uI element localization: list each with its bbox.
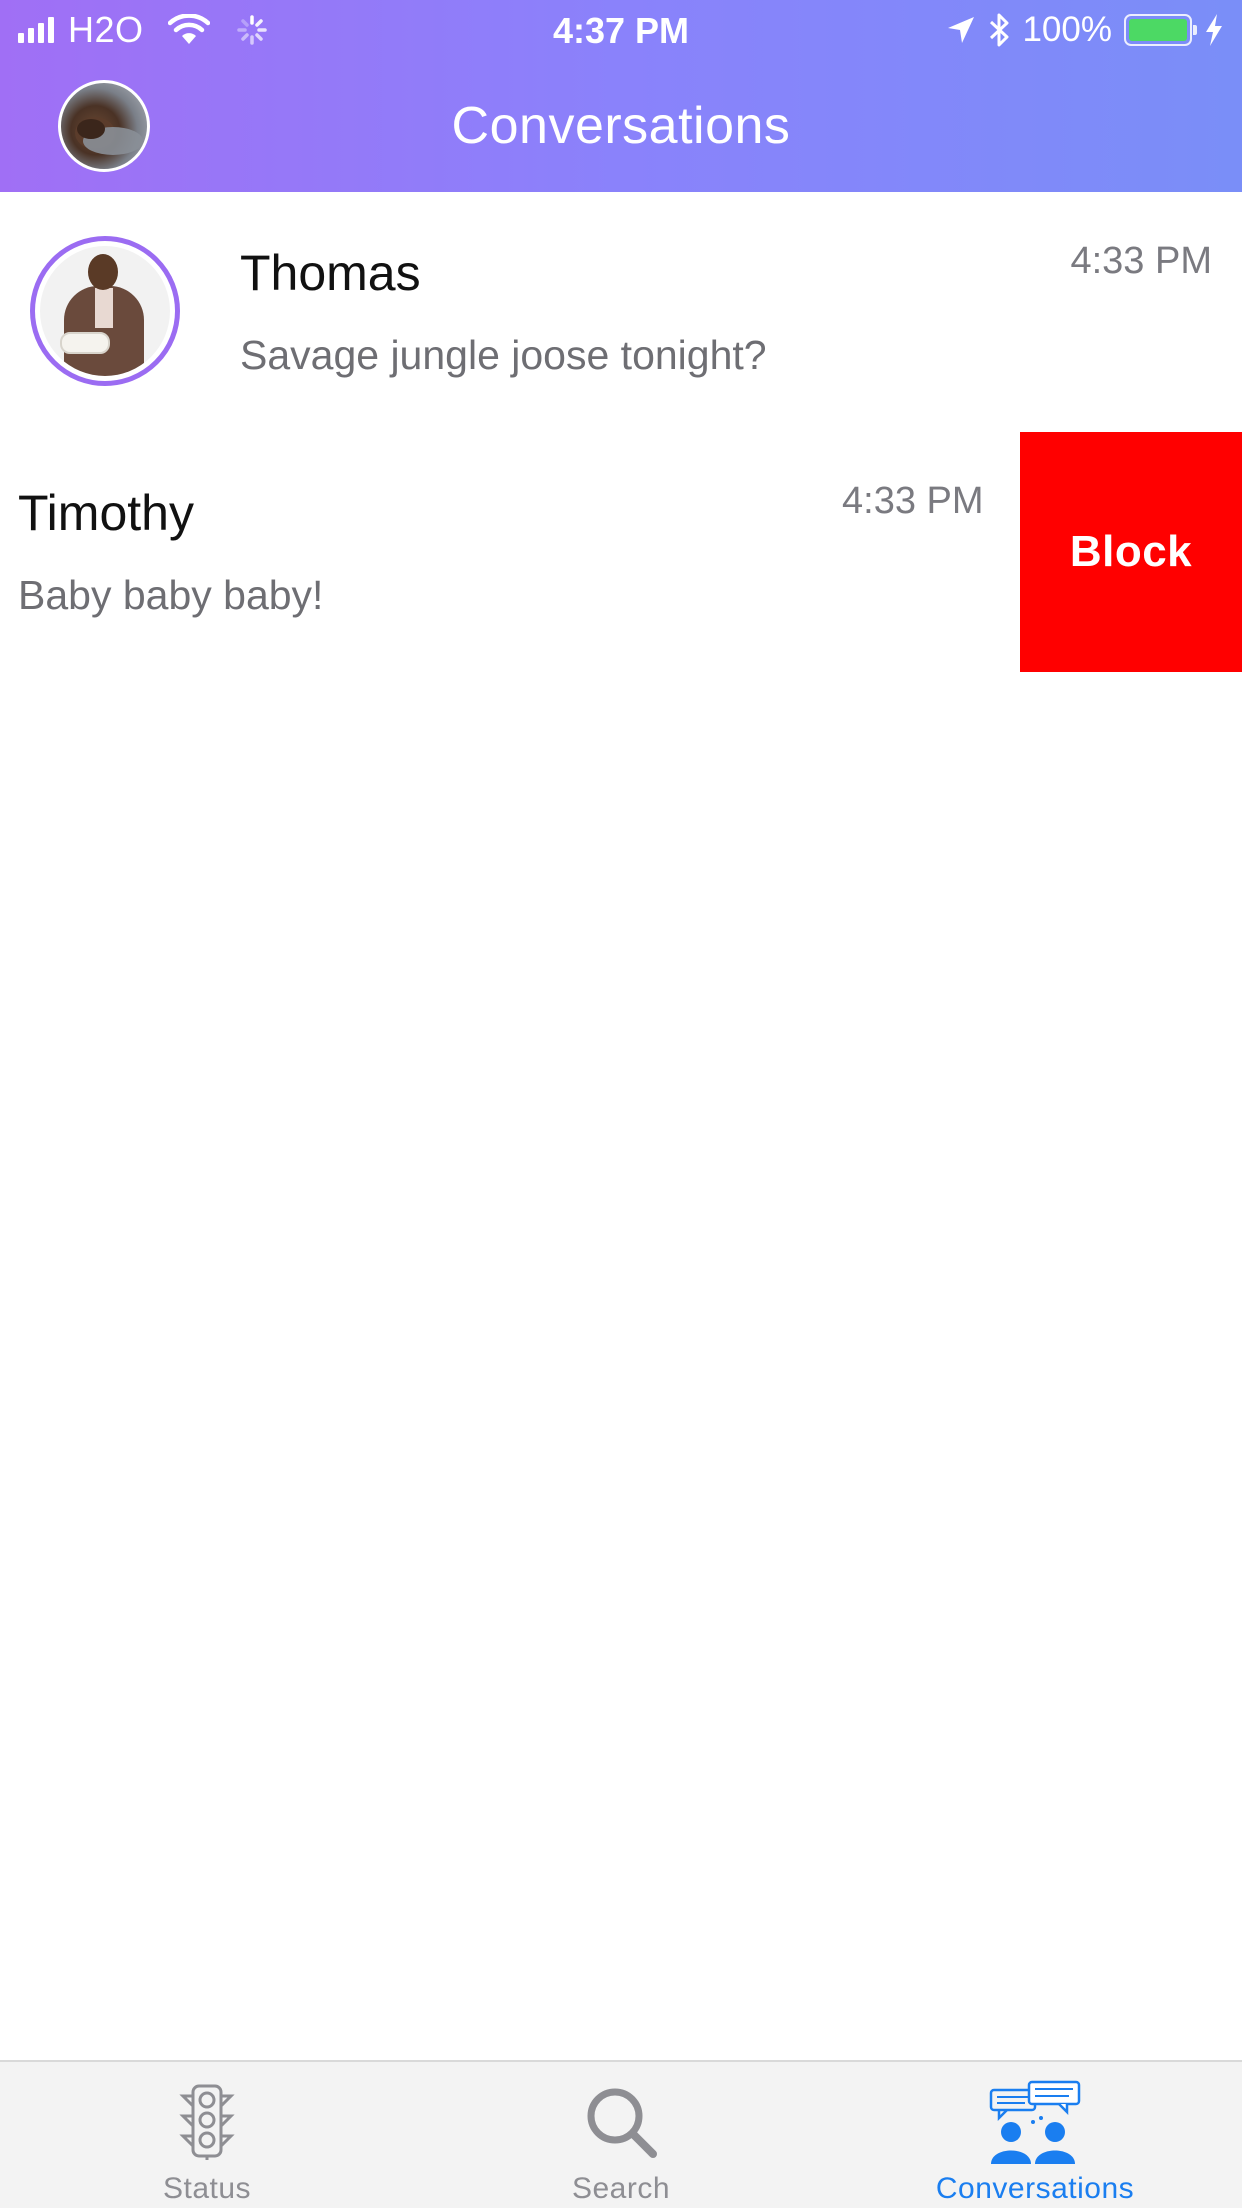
location-arrow-icon	[946, 15, 976, 45]
tab-label: Conversations	[935, 2172, 1135, 2205]
message-preview: Baby baby baby!	[18, 572, 324, 618]
charging-bolt-icon	[1204, 13, 1224, 47]
conversations-icon	[985, 2080, 1085, 2164]
message-preview: Savage jungle joose tonight?	[240, 332, 767, 378]
search-icon	[583, 2080, 659, 2164]
battery-icon	[1124, 14, 1197, 46]
status-right: 100%	[946, 8, 1224, 52]
message-time: 4:33 PM	[1070, 240, 1212, 282]
conversation-row[interactable]: Timothy 4:33 PM Baby baby baby! Block	[0, 432, 1242, 672]
tab-status[interactable]: Status	[0, 2062, 414, 2208]
tab-label: Search	[571, 2172, 671, 2205]
tab-label: Status	[162, 2172, 252, 2205]
conversation-row[interactable]: Thomas 4:33 PM Savage jungle joose tonig…	[0, 192, 1242, 432]
tab-conversations[interactable]: Conversations	[828, 2062, 1242, 2208]
contact-photo	[40, 246, 170, 376]
nav-header: H2O 4:37 PM 100% Conversations	[0, 0, 1242, 192]
contact-name: Thomas	[240, 245, 421, 301]
message-time: 4:33 PM	[842, 480, 984, 522]
page-title: Conversations	[451, 97, 791, 155]
tab-bar: Status Search Conversations	[0, 2060, 1242, 2208]
traffic-light-icon	[175, 2080, 239, 2164]
avatar[interactable]	[30, 236, 180, 386]
status-bar: H2O 4:37 PM 100%	[0, 0, 1242, 60]
tab-search[interactable]: Search	[414, 2062, 828, 2208]
battery-percent: 100%	[1022, 10, 1112, 49]
contact-name: Timothy	[18, 485, 194, 541]
bluetooth-icon	[988, 12, 1010, 48]
block-button[interactable]: Block	[1020, 432, 1242, 672]
